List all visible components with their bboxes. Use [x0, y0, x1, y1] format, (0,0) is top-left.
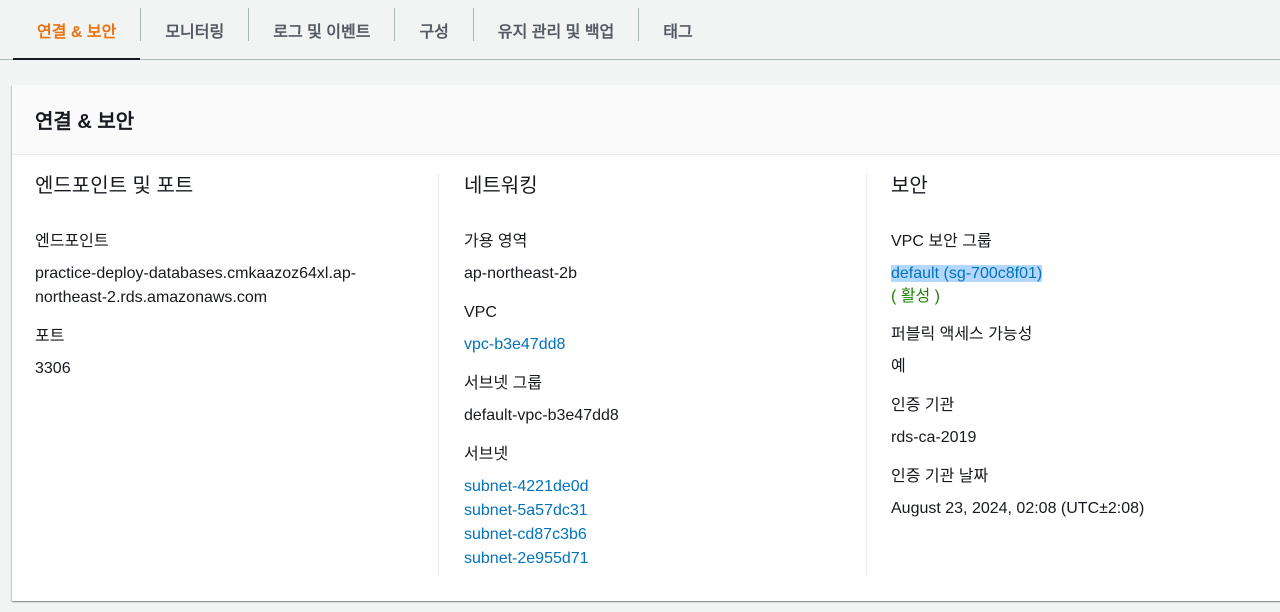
tab-monitoring[interactable]: 모니터링 — [141, 0, 248, 59]
vpc-label: VPC — [464, 304, 497, 321]
security-group-status: ( 활성 ) — [891, 288, 940, 305]
port-field: 포트 3306 — [35, 327, 438, 381]
public-access-value: 예 — [891, 358, 906, 375]
networking-column: 네트워킹 가용 영역 ap-northeast-2b VPC vpc-b3e47… — [438, 174, 866, 576]
security-group-link[interactable]: default (sg-700c8f01) — [891, 262, 1280, 286]
subnet-group-field: 서브넷 그룹 default-vpc-b3e47dd8 — [464, 374, 866, 428]
subnet-link[interactable]: subnet-cd87c3b6 — [464, 523, 866, 547]
az-field: 가용 영역 ap-northeast-2b — [464, 232, 866, 286]
vpc-field: VPC vpc-b3e47dd8 — [464, 303, 866, 357]
security-column: 보안 VPC 보안 그룹 default (sg-700c8f01) ( 활성 … — [866, 174, 1280, 576]
endpoint-port-column: 엔드포인트 및 포트 엔드포인트 practice-deploy-databas… — [35, 174, 438, 576]
subnet-group-label: 서브넷 그룹 — [464, 375, 543, 392]
subnets-label: 서브넷 — [464, 446, 509, 463]
tab-configuration[interactable]: 구성 — [395, 0, 472, 59]
ca-label: 인증 기관 — [891, 397, 955, 414]
tab-maintenance-backups[interactable]: 유지 관리 및 백업 — [474, 0, 638, 59]
subnet-link[interactable]: subnet-2e955d71 — [464, 547, 866, 571]
subnet-group-value: default-vpc-b3e47dd8 — [464, 407, 619, 424]
subnet-link[interactable]: subnet-5a57dc31 — [464, 499, 866, 523]
connectivity-security-panel: 연결 & 보안 엔드포인트 및 포트 엔드포인트 practice-deploy… — [12, 85, 1280, 601]
ca-date-value: August 23, 2024, 02:08 (UTC±2:08) — [891, 500, 1145, 517]
ca-date-label: 인증 기관 날짜 — [891, 468, 989, 485]
panel-header: 연결 & 보안 — [12, 85, 1280, 155]
panel-columns: 엔드포인트 및 포트 엔드포인트 practice-deploy-databas… — [12, 174, 1280, 576]
endpoint-label: 엔드포인트 — [35, 233, 109, 250]
endpoint-value-line2: northeast-2.rds.amazonaws.com — [35, 289, 268, 306]
ca-field: 인증 기관 rds-ca-2019 — [891, 396, 1280, 450]
ca-value: rds-ca-2019 — [891, 429, 977, 446]
tab-bar: 연결 & 보안 모니터링 로그 및 이벤트 구성 유지 관리 및 백업 태그 — [0, 0, 1280, 60]
az-label: 가용 영역 — [464, 233, 528, 250]
port-value: 3306 — [35, 360, 71, 377]
security-group-link-text: default (sg-700c8f01) — [891, 265, 1043, 282]
networking-heading: 네트워킹 — [464, 175, 538, 197]
security-group-label: VPC 보안 그룹 — [891, 233, 992, 250]
security-heading: 보안 — [891, 175, 928, 197]
vpc-link[interactable]: vpc-b3e47dd8 — [464, 333, 866, 357]
tab-tags[interactable]: 태그 — [639, 0, 716, 59]
subnets-field: 서브넷 subnet-4221de0d subnet-5a57dc31 subn… — [464, 445, 866, 571]
port-label: 포트 — [35, 328, 65, 345]
endpoint-field: 엔드포인트 practice-deploy-databases.cmkaazoz… — [35, 232, 438, 310]
ca-date-field: 인증 기관 날짜 August 23, 2024, 02:08 (UTC±2:0… — [891, 467, 1280, 521]
subnet-link[interactable]: subnet-4221de0d — [464, 475, 866, 499]
endpoint-value-line1: practice-deploy-databases.cmkaazoz64xl.a… — [35, 265, 357, 282]
tab-connectivity-security[interactable]: 연결 & 보안 — [13, 0, 141, 60]
endpoint-value: practice-deploy-databases.cmkaazoz64xl.a… — [35, 262, 438, 310]
tab-logs-events[interactable]: 로그 및 이벤트 — [249, 0, 394, 59]
security-group-field: VPC 보안 그룹 default (sg-700c8f01) ( 활성 ) — [891, 232, 1280, 308]
endpoint-port-heading: 엔드포인트 및 포트 — [35, 175, 194, 197]
az-value: ap-northeast-2b — [464, 265, 577, 282]
panel-title: 연결 & 보안 — [35, 111, 135, 133]
public-access-label: 퍼블릭 액세스 가능성 — [891, 326, 1033, 343]
public-access-field: 퍼블릭 액세스 가능성 예 — [891, 325, 1280, 379]
